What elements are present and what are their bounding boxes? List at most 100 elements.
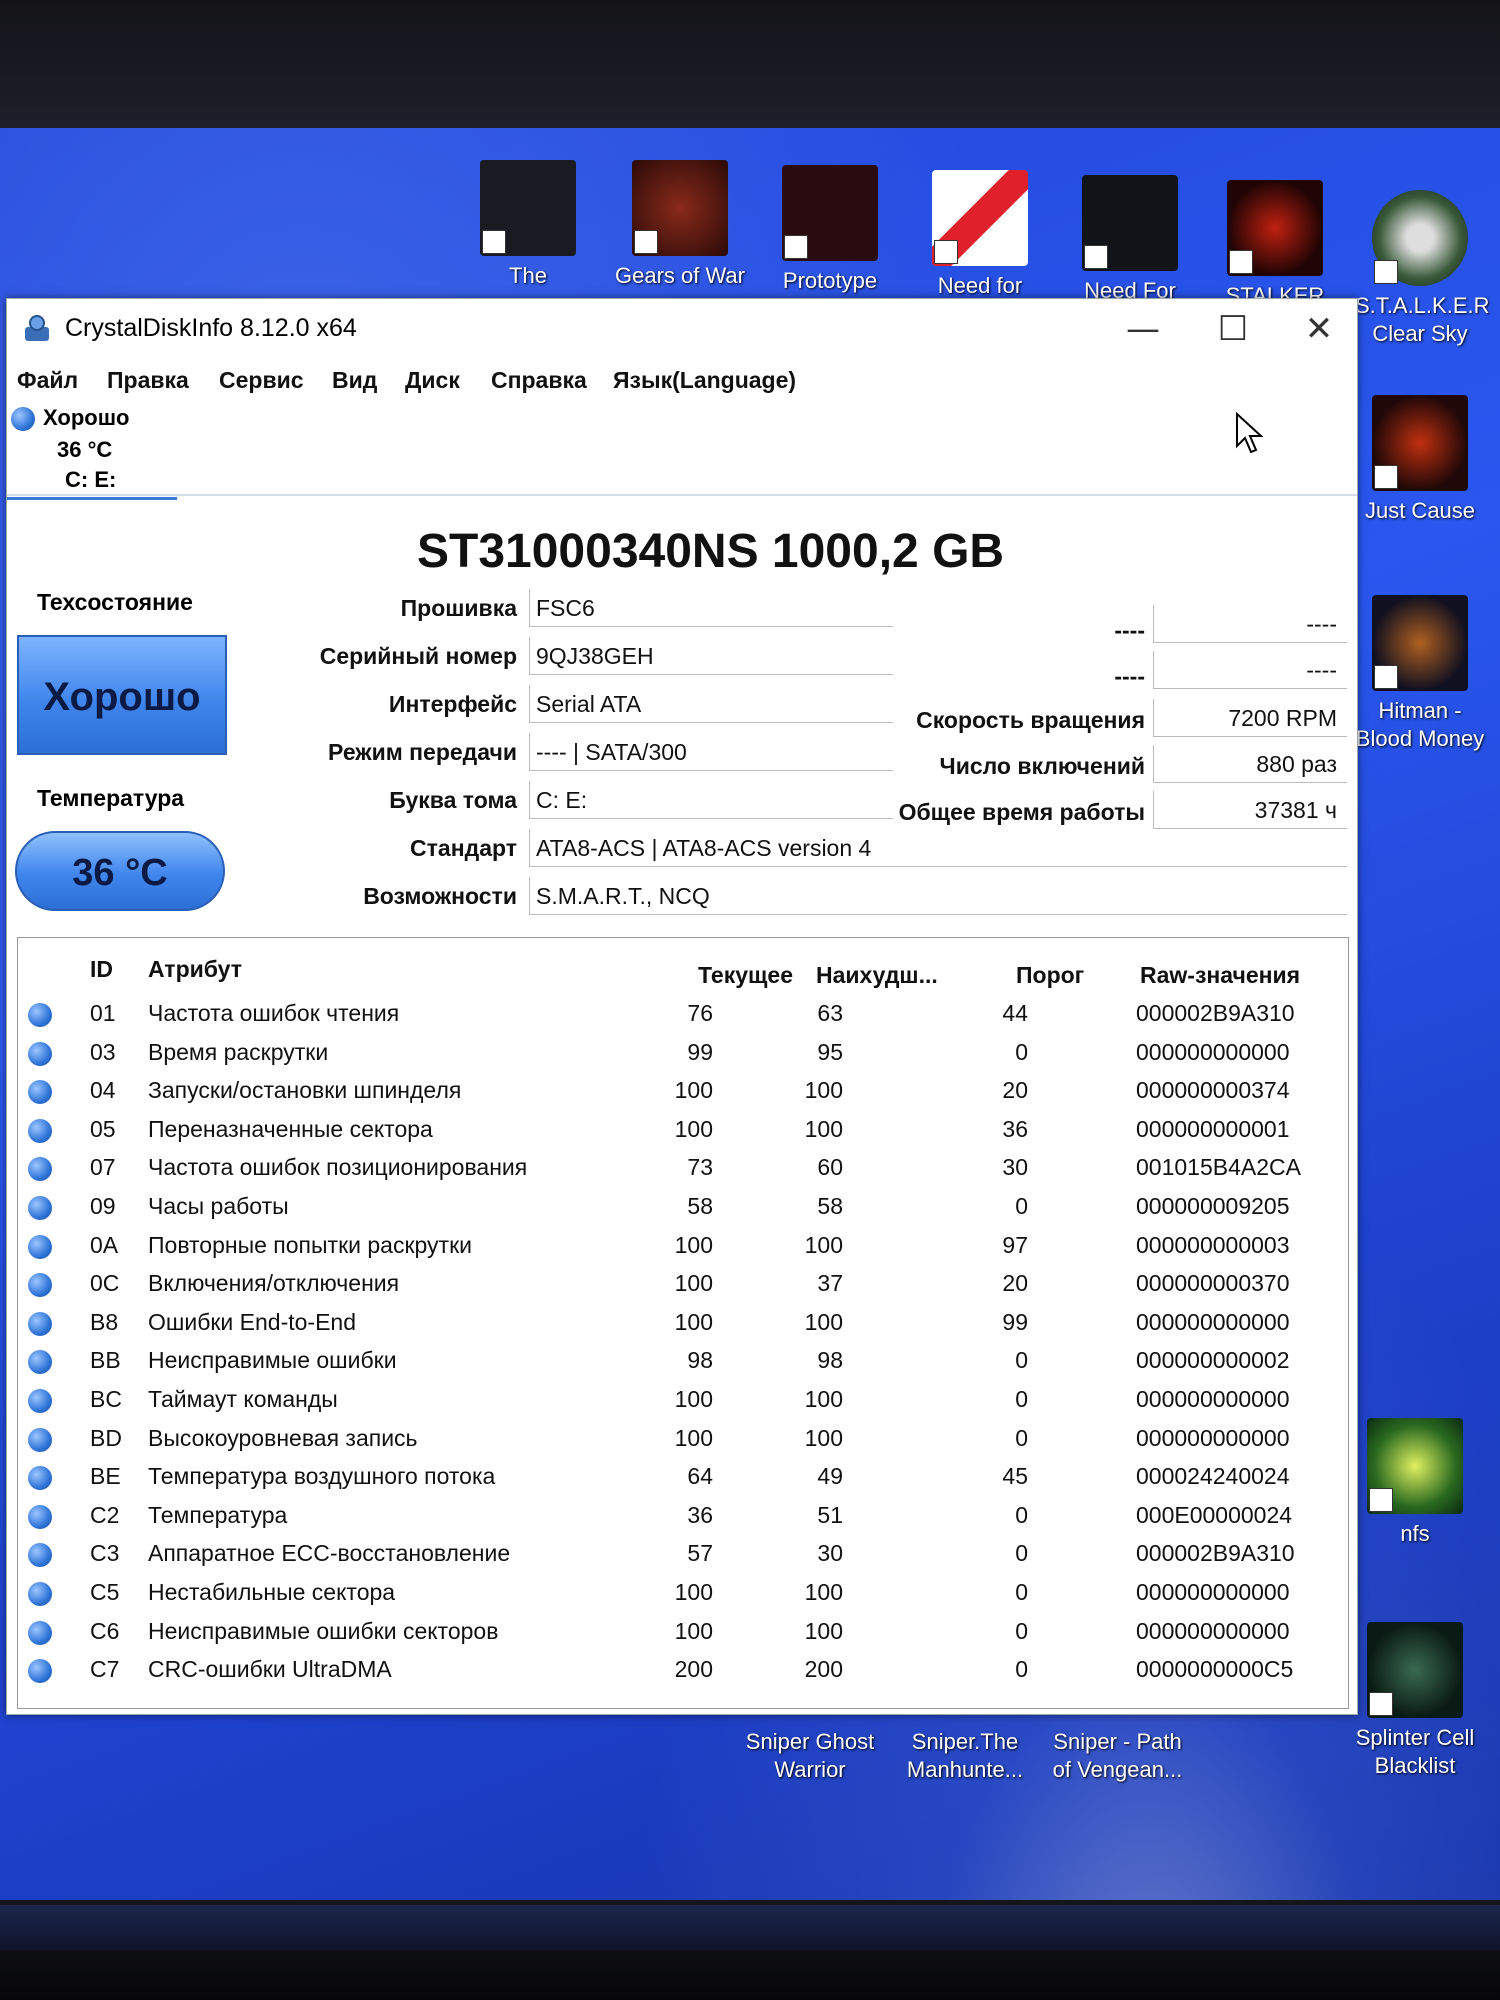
minimize-button[interactable]: — xyxy=(1107,307,1179,351)
smart-raw: 000000000370 xyxy=(1136,1270,1290,1297)
menu-view[interactable]: Вид xyxy=(332,367,377,394)
col-header-current[interactable]: Текущее xyxy=(698,962,793,989)
smart-raw: 0000000000C5 xyxy=(1136,1656,1294,1683)
status-dot-icon xyxy=(28,1543,52,1568)
smart-row[interactable]: C5 Нестабильные сектора 100 100 0 00000000000… xyxy=(18,1575,1348,1613)
status-dot-icon xyxy=(28,1659,52,1684)
smart-row[interactable]: 05 Переназначенные сектора 100 100 36 0000000… xyxy=(18,1112,1348,1150)
col-header-id[interactable]: ID xyxy=(90,956,113,983)
smart-row[interactable]: 0A Повторные попытки раскрутки 100 100 97 000… xyxy=(18,1228,1348,1266)
smart-current: 100 xyxy=(674,1270,713,1297)
col-header-raw[interactable]: Raw-значения xyxy=(1140,962,1300,989)
desktop-icon-need-for-speed-un[interactable]: Need for Speed Un... xyxy=(915,170,1045,300)
smart-row[interactable]: B8 Ошибки End-to-End 100 100 99 000000000000 xyxy=(18,1305,1348,1343)
smart-worst: 63 xyxy=(817,1000,843,1026)
smart-id: BD xyxy=(90,1424,122,1451)
game-icon xyxy=(782,165,878,261)
desktop-icon-gears-of-war[interactable]: Gears of War xyxy=(615,160,745,290)
menu-service[interactable]: Сервис xyxy=(219,367,304,394)
transfer-mode-value: ---- | SATA/300 xyxy=(529,733,893,771)
temperature-badge[interactable]: 36 °C xyxy=(15,831,225,911)
smart-current: 100 xyxy=(674,1308,713,1335)
rotation-speed-value: 7200 RPM xyxy=(1153,699,1347,737)
desktop-icon-need-for-speed-mw[interactable]: Need For Speed Mos... xyxy=(1065,175,1195,305)
status-dot-icon xyxy=(28,1080,52,1105)
smart-id: 0C xyxy=(90,1270,120,1297)
desktop-icon-splinter-cell[interactable]: Splinter Cell Blacklist xyxy=(1350,1622,1480,1780)
close-button[interactable]: ✕ xyxy=(1283,307,1355,351)
smart-raw: 000000000000 xyxy=(1136,1617,1290,1644)
smart-id: C2 xyxy=(90,1501,120,1528)
status-dot-icon xyxy=(28,1118,52,1143)
smart-raw: 000E00000024 xyxy=(1136,1501,1293,1528)
smart-row[interactable]: 03 Время раскрутки 99 95 0 000000000000 xyxy=(18,1035,1348,1073)
health-status-button[interactable]: Хорошо xyxy=(17,635,227,755)
smart-id: 03 xyxy=(90,1038,116,1065)
drive-letter-label: Буква тома xyxy=(389,787,517,813)
smart-row[interactable]: C3 Аппаратное ECC-восстановление 57 30 0 0000… xyxy=(18,1536,1348,1574)
smart-threshold: 30 xyxy=(1002,1154,1028,1181)
desktop-icon-label: Need for Speed Un... xyxy=(937,273,1023,298)
desktop-icon-label: Hitman - Blood Money xyxy=(1355,698,1485,751)
desktop-icon-the-chronicles[interactable]: The Chronicles xyxy=(463,160,593,290)
col-header-attribute[interactable]: Атрибут xyxy=(148,956,242,983)
desktop-icon-prototype[interactable]: Prototype xyxy=(765,165,895,295)
smart-row[interactable]: 0C Включения/отключения 100 37 20 00000000037… xyxy=(18,1266,1348,1304)
desktop-icon-hitman[interactable]: Hitman - Blood Money xyxy=(1355,595,1485,753)
desktop-icon-label: The Chronicles xyxy=(509,263,547,288)
col-header-threshold[interactable]: Порог xyxy=(1016,962,1084,989)
desktop-icon-nfs[interactable]: nfs xyxy=(1350,1418,1480,1548)
smart-row[interactable]: C6 Неисправимые ошибки секторов 100 100 0 000… xyxy=(18,1614,1348,1652)
drive-letter-value: C: E: xyxy=(529,781,893,819)
smart-attribute-name: Повторные попытки раскрутки xyxy=(148,1231,472,1258)
smart-attribute-name: Ошибки End-to-End xyxy=(148,1308,357,1335)
smart-threshold: 45 xyxy=(1002,1463,1028,1490)
smart-current: 98 xyxy=(687,1347,713,1374)
menu-help[interactable]: Справка xyxy=(491,367,587,394)
smart-row[interactable]: 01 Частота ошибок чтения 76 63 44 000002B9A31… xyxy=(18,996,1348,1034)
firmware-value: FSC6 xyxy=(529,589,893,627)
smart-row[interactable]: C2 Температура 36 51 0 000E00000024 xyxy=(18,1498,1348,1536)
desktop-icon-stalker-call[interactable]: STALKER Call... xyxy=(1210,180,1340,310)
desktop-icon-sniper-the-manhunter[interactable]: Sniper.The Manhunte... xyxy=(900,1728,1030,1784)
menu-language[interactable]: Язык(Language) xyxy=(613,367,796,394)
smart-threshold: 0 xyxy=(1015,1193,1028,1219)
smart-id: C7 xyxy=(90,1656,120,1683)
smart-attribute-name: Запуски/остановки шпинделя xyxy=(148,1077,462,1104)
smart-worst: 200 xyxy=(804,1656,843,1683)
smart-row[interactable]: BC Таймаут команды 100 100 0 000000000000 xyxy=(18,1382,1348,1420)
smart-row[interactable]: C7 CRC-ошибки UltraDMA 200 200 0 0000000000C5 xyxy=(18,1652,1348,1690)
menu-disk[interactable]: Диск xyxy=(405,367,460,394)
game-icon xyxy=(932,170,1028,266)
smart-table[interactable]: ID Атрибут Текущее Наихудш... Порог Raw-… xyxy=(17,937,1349,1709)
title-bar[interactable]: CrystalDiskInfo 8.12.0 x64 — ☐ ✕ xyxy=(7,299,1357,359)
desktop-icon-label: Sniper - Path of Vengean... xyxy=(1052,1729,1183,1782)
smart-raw: 000002B9A310 xyxy=(1136,1000,1295,1026)
smart-row[interactable]: 09 Часы работы 58 58 0 000000009205 xyxy=(18,1189,1348,1227)
smart-row[interactable]: 04 Запуски/остановки шпинделя 100 100 20 0000… xyxy=(18,1073,1348,1111)
col-header-worst[interactable]: Наихудш... xyxy=(816,962,938,989)
smart-current: 99 xyxy=(687,1038,713,1065)
status-dot-icon xyxy=(28,1582,52,1606)
smart-attribute-name: Неисправимые ошибки xyxy=(148,1347,397,1374)
smart-row[interactable]: BE Температура воздушного потока 64 49 45 000… xyxy=(18,1459,1348,1497)
smart-row[interactable]: BD Высокоуровневая запись 100 100 0 000000000… xyxy=(18,1421,1348,1459)
smart-threshold: 36 xyxy=(1002,1115,1028,1142)
menu-file[interactable]: Файл xyxy=(17,367,78,394)
smart-threshold: 0 xyxy=(1015,1386,1028,1412)
menu-edit[interactable]: Правка xyxy=(107,367,189,394)
smart-worst: 100 xyxy=(804,1424,843,1451)
smart-row[interactable]: 07 Частота ошибок позиционирования 73 60 30 0… xyxy=(18,1150,1348,1188)
smart-current: 57 xyxy=(687,1540,713,1567)
desktop-icon-sniper-ghost-warrior[interactable]: Sniper Ghost Warrior xyxy=(745,1728,875,1784)
smart-current: 100 xyxy=(674,1424,713,1451)
desktop-icon-sniper-path-of-vengeance[interactable]: Sniper - Path of Vengean... xyxy=(1050,1728,1185,1784)
maximize-button[interactable]: ☐ xyxy=(1197,307,1269,351)
desktop-icon-just-cause[interactable]: Just Cause xyxy=(1355,395,1485,525)
disk-tab[interactable]: Хорошо 36 °C C: E: xyxy=(7,401,177,500)
smart-attribute-name: Высокоуровневая запись xyxy=(148,1424,418,1451)
serial-value: 9QJ38GEH xyxy=(529,637,893,675)
desktop-icon-stalker-clear-sky[interactable]: S.T.A.L.K.E.R Clear Sky xyxy=(1355,190,1490,348)
smart-worst: 100 xyxy=(804,1115,843,1142)
smart-row[interactable]: BB Неисправимые ошибки 98 98 0 000000000002 xyxy=(18,1343,1348,1381)
